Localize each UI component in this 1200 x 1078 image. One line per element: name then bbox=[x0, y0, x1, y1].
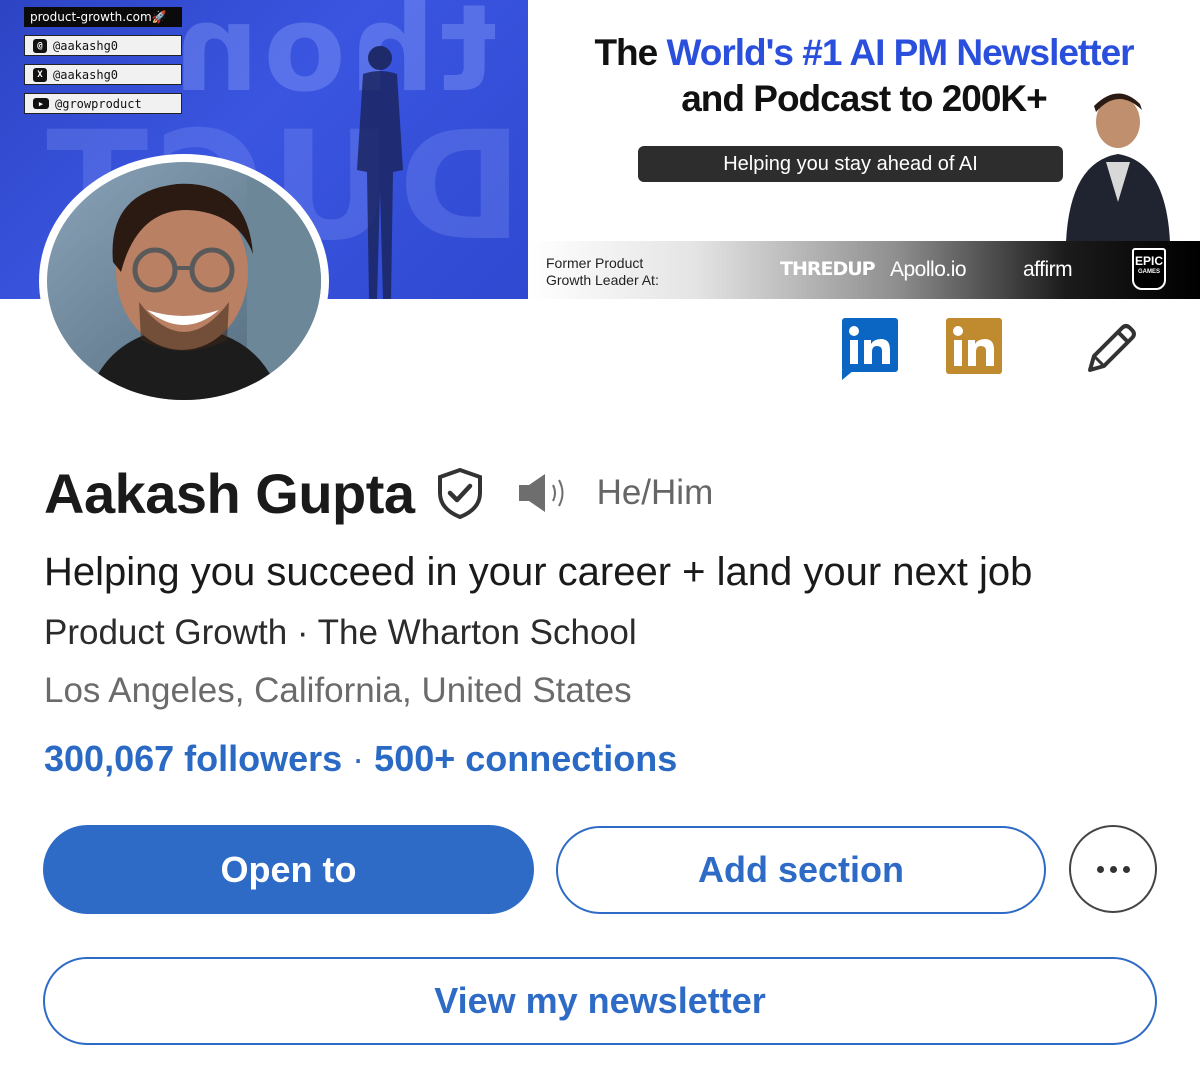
former-label: Former Product Growth Leader At: bbox=[546, 255, 659, 288]
former-companies-bar: Former Product Growth Leader At: THREDUP… bbox=[528, 241, 1200, 299]
profile-location: Los Angeles, California, United States bbox=[44, 671, 632, 710]
profile-avatar[interactable] bbox=[39, 154, 329, 408]
more-button[interactable] bbox=[1069, 825, 1157, 913]
linkedin-premium-icon[interactable] bbox=[944, 316, 1004, 382]
view-newsletter-button[interactable]: View my newsletter bbox=[43, 957, 1157, 1045]
x-icon: X bbox=[33, 67, 47, 82]
profile-headline: Helping you succeed in your career + lan… bbox=[44, 550, 1033, 594]
threads-handle-row: @ @aakashg0 bbox=[24, 35, 182, 56]
threads-icon: @ bbox=[33, 38, 47, 53]
youtube-handle-row: ▶ @growproduct bbox=[24, 93, 182, 114]
followers-link[interactable]: 300,067 followers bbox=[44, 738, 342, 779]
banner-right-panel: The World's #1 AI PM Newsletter and Podc… bbox=[528, 0, 1200, 299]
company-education-line[interactable]: Product Growth · The Wharton School bbox=[44, 613, 637, 653]
avatar-photo bbox=[47, 162, 321, 400]
stage-speaker-image bbox=[357, 46, 403, 299]
x-handle-row: X @aakashg0 bbox=[24, 64, 182, 85]
network-stats: 300,067 followers · 500+ connections bbox=[44, 738, 677, 780]
stats-separator: · bbox=[352, 738, 365, 779]
apollo-logo: Apollo.io bbox=[890, 258, 967, 281]
open-to-button[interactable]: Open to bbox=[43, 825, 534, 914]
pencil-icon[interactable] bbox=[1080, 318, 1140, 378]
website-url: product-growth.com🚀 bbox=[24, 7, 182, 27]
profile-name: Aakash Gupta bbox=[44, 461, 415, 525]
more-icon bbox=[1096, 865, 1130, 873]
banner-tagline-pill: Helping you stay ahead of AI bbox=[638, 146, 1063, 182]
connections-link[interactable]: 500+ connections bbox=[374, 738, 677, 779]
epic-games-logo: EPIC GAMES bbox=[1132, 248, 1166, 290]
banner-person-photo bbox=[1066, 93, 1170, 242]
speaker-icon[interactable] bbox=[515, 471, 575, 515]
name-row: Aakash Gupta He/Him bbox=[44, 458, 713, 528]
social-handles: product-growth.com🚀 @ @aakashg0 X @aakas… bbox=[24, 7, 182, 114]
thredup-logo: THREDUP bbox=[780, 258, 876, 280]
youtube-icon: ▶ bbox=[33, 98, 49, 109]
pronouns: He/Him bbox=[596, 473, 714, 512]
affirm-logo: affirm bbox=[1023, 258, 1073, 281]
linkedin-icon[interactable] bbox=[840, 316, 900, 382]
add-section-button[interactable]: Add section bbox=[556, 826, 1046, 914]
verified-shield-icon[interactable] bbox=[435, 467, 485, 519]
